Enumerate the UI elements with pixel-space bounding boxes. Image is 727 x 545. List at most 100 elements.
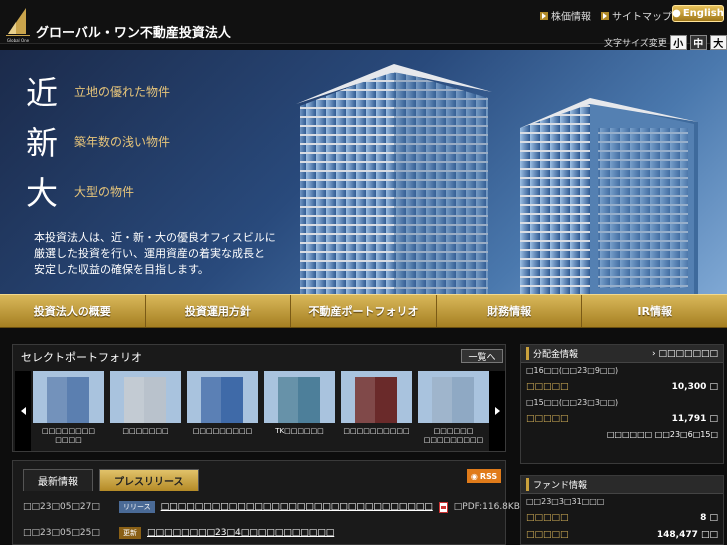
thumbnail-caption: □□□□□□□□□□ [343,427,410,435]
news-tabs: 最新情報 プレスリリース [23,469,199,491]
property-photo [341,371,412,423]
news-item: □□23□05□27□ リリース □□□□□□□□□□□□□□□□□□□□□□□… [23,501,528,513]
distribution-value: 11,791 □ [671,413,718,424]
news-tag: リリース [119,501,155,513]
nav-corporate-overview[interactable]: 投資法人の概要 [0,295,146,327]
carousel-next-button[interactable] [489,371,505,451]
portfolio-thumbnail[interactable]: □□□□□□□□ □□□□ [33,371,104,449]
select-portfolio-panel: セレクトポートフォリオ 一覧へ □□□□□□□□ □□□□ □□□□□□□ □□□□… [12,344,506,452]
stock-info-link[interactable]: 株価情報 [540,8,591,23]
thumbnail-caption: □□□□□□□□ □□□□ [42,427,95,444]
nav-financial-info[interactable]: 財務情報 [437,295,583,327]
nav-investment-policy[interactable]: 投資運用方針 [146,295,292,327]
news-title-link[interactable]: □□□□□□□□23□4□□□□□□□□□□□ [147,528,334,538]
rss-label: RSS [479,471,498,481]
distribution-more-link[interactable]: › □□□□□□□ [652,349,718,359]
rss-button[interactable]: ◉ RSS [467,469,501,483]
fund-date: □□23□3□31□□□ [526,497,605,506]
top-links: 株価情報 サイトマップ [540,8,672,23]
english-button[interactable]: ● English [672,5,724,22]
font-size-switcher: 文字サイズ変更 小 中 大 [604,35,727,50]
claim-near: 近立地の優れた物件 [26,66,170,116]
font-size-small-button[interactable]: 小 [669,35,687,50]
portfolio-thumbnail[interactable]: □□□□□□□□□ [187,371,258,449]
company-logo[interactable]: Global One [4,4,32,44]
distribution-note: □□□□□□ □□23□6□15□ [606,430,718,439]
pdf-icon [438,501,448,513]
news-title-link[interactable]: □□□□□□□□□□□□□□□□□□□□□□□□□□□□□□□□ [161,502,433,512]
hero-description: 本投資法人は、近・新・大の優良オフィスビルに 厳選した投資を行い、運用資産の着実… [34,230,276,278]
claim-new: 新築年数の浅い物件 [26,116,170,166]
property-photo [187,371,258,423]
english-label: English [682,8,724,19]
carousel-prev-button[interactable] [15,371,31,451]
tab-latest-news[interactable]: 最新情報 [23,469,93,491]
rss-icon: ◉ [470,471,478,481]
hero-banner: 近立地の優れた物件 新築年数の浅い物件 大大型の物件 本投資法人は、近・新・大の… [0,50,727,294]
site-title[interactable]: グローバル・ワン不動産投資法人 [36,22,231,41]
portfolio-thumbnail[interactable]: □□□□□□□□□□ [341,371,412,449]
tab-press-release[interactable]: プレスリリース [99,469,199,491]
distribution-key: □□□□□ [526,413,569,424]
global-nav: 投資法人の概要 投資運用方針 不動産ポートフォリオ 財務情報 IR情報 [0,294,727,328]
fund-value: 8 □ [700,512,718,523]
globe-icon: ● [672,8,681,19]
claim-kanji: 新 [26,124,59,162]
fund-key: □□□□□ [526,529,569,540]
portfolio-thumbnail[interactable]: □□□□□□ □□□□□□□□□ [418,371,489,449]
list-button-label: 一覧へ [468,352,496,363]
sitemap-link[interactable]: サイトマップ [601,8,672,23]
news-tag: 更新 [119,527,141,539]
period-label: □16□□(□□23□9□□) [526,366,619,375]
fund-row: □□□□□ 8 □ [521,509,723,526]
font-size-large-button[interactable]: 大 [709,35,727,50]
site-header: Global One グローバル・ワン不動産投資法人 株価情報 サイトマップ ●… [0,0,727,50]
font-size-medium-button[interactable]: 中 [689,35,707,50]
fund-info-title: ファンド情報 [526,478,587,491]
fund-info-header: ファンド情報 [521,476,723,494]
property-photo [110,371,181,423]
claim-kanji: 近 [26,74,59,112]
thumbnail-caption: □□□□□□□ [122,427,169,435]
thumbnail-caption: TK□□□□□□ [275,427,324,435]
distribution-header: 分配金情報 › □□□□□□□ [521,345,723,363]
fund-info-panel: ファンド情報 □□23□3□31□□□ □□□□□ 8 □ □□□□□ 148,47… [520,475,724,545]
claim-text: 立地の優れた物件 [74,84,171,99]
news-date: □□23□05□27□ [23,502,100,512]
fund-row: □□□□□ 148,477 □□ [521,526,723,543]
arrow-icon [540,11,548,20]
period-label: □15□□(□□23□3□□) [526,398,619,407]
more-label: □□□□□□□ [658,348,718,359]
font-size-label: 文字サイズ変更 [604,39,667,49]
distribution-value: 10,300 □ [671,381,718,392]
arrow-icon [601,11,609,20]
property-photo [264,371,335,423]
claim-kanji: 大 [26,174,59,212]
property-photo [33,371,104,423]
distribution-title: 分配金情報 [526,347,578,360]
nav-ir-info[interactable]: IR情報 [582,295,727,327]
portfolio-list-button[interactable]: 一覧へ [461,349,503,363]
claim-large: 大大型の物件 [26,166,170,216]
hero-description-line: 厳選した投資を行い、運用資産の着実な成長と [34,247,265,260]
distribution-row: □□□□□ 11,791 □ [521,410,723,427]
sitemap-label: サイトマップ [612,12,672,23]
portfolio-thumbnail[interactable]: □□□□□□□ [110,371,181,449]
hero-claims: 近立地の優れた物件 新築年数の浅い物件 大大型の物件 [26,66,170,216]
nav-portfolio[interactable]: 不動産ポートフォリオ [291,295,437,327]
fund-value: 148,477 □□ [656,529,718,540]
property-photo [418,371,489,423]
stock-info-label: 株価情報 [551,12,591,23]
thumbnail-caption: □□□□□□□□□ [192,427,253,435]
portfolio-thumbnail[interactable]: TK□□□□□□ [264,371,335,449]
news-panel: 最新情報 プレスリリース ◉ RSS □□23□05□27□ リリース □□□□□… [12,460,528,545]
distribution-key: □□□□□ [526,381,569,392]
hero-description-line: 安定した収益の確保を目指します。 [34,263,209,276]
portfolio-thumbnails: □□□□□□□□ □□□□ □□□□□□□ □□□□□□□□□ TK□□□□□□ □□□… [33,371,489,449]
building-image [296,64,492,294]
news-item: □□23□05□25□ 更新 □□□□□□□□23□4□□□□□□□□□□□ [23,527,334,539]
distribution-row: □□□□□ 10,300 □ [521,378,723,395]
hero-description-line: 本投資法人は、近・新・大の優良オフィスビルに [34,231,276,244]
portfolio-title: セレクトポートフォリオ [21,351,142,364]
claim-text: 大型の物件 [74,184,135,199]
